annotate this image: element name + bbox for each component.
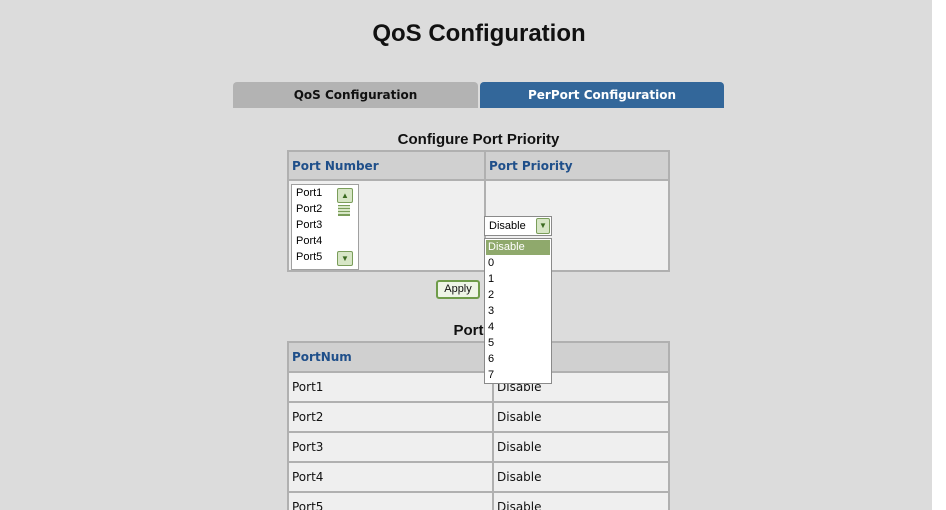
table-row: Port5 Disable	[287, 491, 670, 510]
port-priority-select[interactable]: Disable ▼	[484, 216, 552, 236]
scroll-down-arrow-icon[interactable]: ▼	[337, 251, 353, 266]
dropdown-option[interactable]: 1	[486, 272, 550, 287]
table-row: Port3 Disable	[287, 431, 670, 463]
port-option[interactable]: Port2	[296, 203, 322, 216]
table-row: Port1 Disable	[287, 371, 670, 403]
priority-cell: Disable	[492, 461, 670, 493]
priority-cell: Disable	[492, 401, 670, 433]
configure-section-title: Configure Port Priority	[397, 131, 560, 148]
portnum-header: PortNum	[287, 341, 494, 373]
page-background: QoS Configuration QoS Configuration PerP…	[0, 0, 932, 510]
port-priority-header: Port Priority	[484, 150, 670, 181]
scrollbar-thumb[interactable]	[338, 205, 350, 216]
dropdown-option[interactable]: 5	[486, 336, 550, 351]
port-option[interactable]: Port3	[296, 219, 322, 232]
port-number-header: Port Number	[287, 150, 486, 181]
apply-button[interactable]: Apply	[436, 280, 480, 299]
dropdown-option[interactable]: Disable	[486, 240, 550, 255]
port-cell: Port4	[287, 461, 494, 493]
port-priority-status-table: PortNum Port1 Disable Port2 Disable Port…	[287, 341, 670, 510]
priority-cell: Disable	[492, 491, 670, 510]
tab-perport-configuration[interactable]: PerPort Configuration	[480, 82, 724, 108]
tab-qos-configuration[interactable]: QoS Configuration	[233, 82, 478, 108]
chevron-down-icon[interactable]: ▼	[536, 218, 550, 234]
dropdown-option[interactable]: 4	[486, 320, 550, 335]
page-title: QoS Configuration	[372, 20, 586, 47]
port-option[interactable]: Port1	[296, 187, 322, 200]
dropdown-option[interactable]: 6	[486, 352, 550, 367]
port-option[interactable]: Port5	[296, 251, 322, 264]
port-cell: Port1	[287, 371, 494, 403]
port-option[interactable]: Port4	[296, 235, 322, 248]
port-cell: Port2	[287, 401, 494, 433]
port-cell: Port5	[287, 491, 494, 510]
port-priority-selected-value: Disable	[489, 220, 526, 232]
table-row: Port4 Disable	[287, 461, 670, 493]
dropdown-option[interactable]: 7	[486, 368, 550, 383]
table-row: Port2 Disable	[287, 401, 670, 433]
dropdown-option[interactable]: 2	[486, 288, 550, 303]
port-number-listbox[interactable]: Port1 Port2 Port3 Port4 Port5 ▲ ▼	[291, 184, 359, 270]
dropdown-option[interactable]: 3	[486, 304, 550, 319]
dropdown-option[interactable]: 0	[486, 256, 550, 271]
scroll-up-arrow-icon[interactable]: ▲	[337, 188, 353, 203]
status-section-title: Port Pr	[453, 322, 504, 339]
port-priority-dropdown-list[interactable]: Disable 0 1 2 3 4 5 6 7	[484, 238, 552, 384]
priority-cell: Disable	[492, 431, 670, 463]
port-cell: Port3	[287, 431, 494, 463]
